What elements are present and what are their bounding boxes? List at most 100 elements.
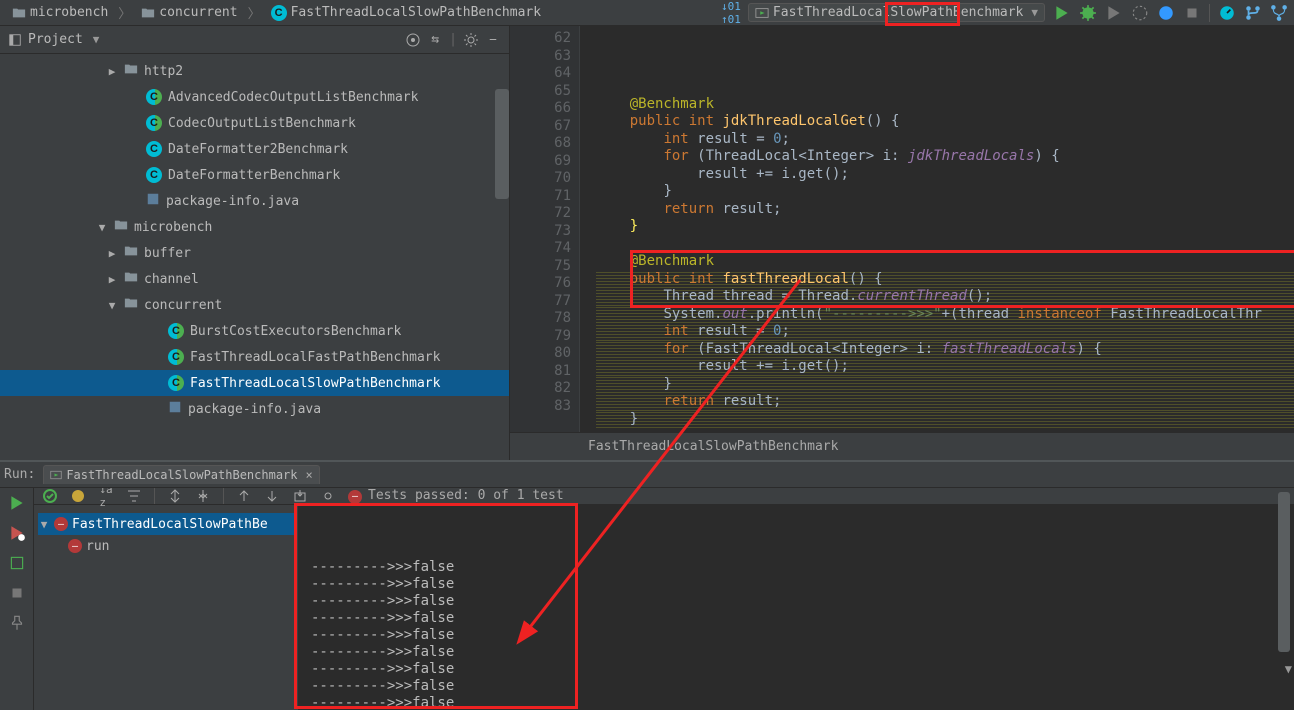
code-line: return result; [596, 393, 1294, 411]
target-icon[interactable] [405, 32, 421, 48]
run-button[interactable] [1053, 4, 1071, 22]
line-number: 80 [510, 345, 571, 363]
arrow-icon: ▶ [106, 247, 118, 260]
code-line: return result; [596, 201, 1294, 219]
tree-item-label: microbench [134, 220, 212, 235]
expand-all-button[interactable] [167, 488, 183, 504]
breadcrumb-label: concurrent [159, 5, 237, 20]
git-branch-icon[interactable] [1244, 4, 1262, 22]
tree-row[interactable]: ▶CCodecOutputListBenchmark [0, 110, 509, 136]
editor-breadcrumb-label: FastThreadLocalSlowPathBenchmark [588, 439, 838, 454]
settings-icon[interactable] [320, 488, 336, 504]
breadcrumb-concurrent[interactable]: concurrent [135, 3, 243, 22]
scrollbar[interactable] [1278, 492, 1290, 652]
run-content: ▼ — FastThreadLocalSlowPathBe — run ----… [34, 505, 1294, 710]
update-icon[interactable]: ↓01↑01 [722, 4, 740, 22]
sort-button[interactable]: ↓az [98, 488, 114, 504]
tree-row[interactable]: ▶CDateFormatterBenchmark [0, 162, 509, 188]
collapse-pane-icon[interactable]: ⎯ [485, 32, 501, 48]
expand-all-icon[interactable]: ⇆ [427, 32, 443, 48]
run-result-toolbar: ↓az —Tests passed: 0 of 1 test [34, 488, 1294, 505]
stop-run-button[interactable] [8, 584, 26, 602]
rerun-failed-button[interactable] [8, 524, 26, 542]
debug-button[interactable] [1079, 4, 1097, 22]
tree-row[interactable]: ▶CFastThreadLocalFastPathBenchmark [0, 344, 509, 370]
run-coverage-button[interactable] [1105, 4, 1123, 22]
show-ignored-button[interactable] [70, 488, 86, 504]
scroll-down-icon[interactable]: ▼ [1285, 662, 1292, 676]
run-config-selector[interactable]: FastThreadLocalSlowPathBenchmark ▼ [748, 3, 1045, 22]
tree-row[interactable]: ▶channel [0, 266, 509, 292]
line-number: 81 [510, 363, 571, 381]
run-target-icon [50, 469, 62, 481]
class-icon: C [146, 89, 162, 105]
class-icon: C [168, 323, 184, 339]
code-line: public int jdkThreadLocalGet() { [596, 113, 1294, 131]
pin-button[interactable] [8, 614, 26, 632]
prev-button[interactable] [236, 488, 252, 504]
tree-row[interactable]: ▶package-info.java [0, 188, 509, 214]
project-tree[interactable]: ▶http2▶CAdvancedCodecOutputListBenchmark… [0, 54, 509, 460]
class-icon: C [146, 167, 162, 183]
tree-row[interactable]: ▶CFastThreadLocalSlowPathBenchmark [0, 370, 509, 396]
tree-row[interactable]: ▶CBurstCostExecutorsBenchmark [0, 318, 509, 344]
breadcrumb-class[interactable]: C FastThreadLocalSlowPathBenchmark [265, 3, 547, 23]
collapse-all-button[interactable] [195, 488, 211, 504]
code-line: System.out.println("--------->>>"+(threa… [596, 306, 1294, 324]
stop-button[interactable] [1183, 4, 1201, 22]
console-line: --------->>>false [311, 627, 1282, 644]
fail-icon: — [68, 539, 82, 553]
tree-row[interactable]: ▶package-info.java [0, 396, 509, 422]
console-line: --------->>>false [311, 610, 1282, 627]
rerun-button[interactable] [8, 494, 26, 512]
gauge-icon[interactable] [1218, 4, 1236, 22]
attach-button[interactable] [1157, 4, 1175, 22]
line-number: 82 [510, 380, 571, 398]
toggle-auto-test-button[interactable] [8, 554, 26, 572]
profile-button[interactable] [1131, 4, 1149, 22]
tree-row[interactable]: ▶http2 [0, 58, 509, 84]
tree-item-label: channel [144, 272, 199, 287]
tree-row[interactable]: ▼concurrent [0, 292, 509, 318]
arrow-icon: ▶ [106, 65, 118, 78]
line-number: 71 [510, 188, 571, 206]
editor: 6263646566676869707172737475767778798081… [510, 26, 1294, 460]
scrollbar[interactable] [495, 89, 509, 199]
tree-item-label: package-info.java [166, 194, 299, 209]
class-icon: C [271, 5, 287, 21]
tree-row[interactable]: ▼ microbench [0, 214, 509, 240]
line-number: 72 [510, 205, 571, 223]
tree-row[interactable]: ▶buffer [0, 240, 509, 266]
next-button[interactable] [264, 488, 280, 504]
git-merge-icon[interactable] [1270, 4, 1288, 22]
arrow-icon: ▼ [96, 221, 108, 234]
run-main: ↓az —Tests passed: 0 of 1 test ▼ [34, 488, 1294, 710]
code-line: for (FastThreadLocal<Integer> i: fastThr… [596, 341, 1294, 359]
console-output[interactable]: --------->>>false--------->>>false------… [299, 505, 1294, 710]
close-icon[interactable]: × [306, 468, 313, 482]
run-tab[interactable]: FastThreadLocalSlowPathBenchmark × [43, 465, 319, 484]
console-line: --------->>>false [311, 695, 1282, 710]
class-icon: C [146, 141, 162, 157]
tree-row[interactable]: ▶CDateFormatter2Benchmark [0, 136, 509, 162]
editor-breadcrumb[interactable]: FastThreadLocalSlowPathBenchmark [510, 432, 1294, 460]
class-icon: C [168, 349, 184, 365]
test-tree[interactable]: ▼ — FastThreadLocalSlowPathBe — run [34, 505, 299, 710]
show-passed-button[interactable] [42, 488, 58, 504]
tree-row[interactable]: ▶CAdvancedCodecOutputListBenchmark [0, 84, 509, 110]
console-line: --------->>>false [311, 678, 1282, 695]
code-line: result += i.get(); [596, 166, 1294, 184]
test-tree-root[interactable]: ▼ — FastThreadLocalSlowPathBe [38, 513, 294, 535]
breadcrumb-microbench[interactable]: microbench [6, 3, 114, 22]
editor-body[interactable]: 6263646566676869707172737475767778798081… [510, 26, 1294, 432]
tree-item-label: DateFormatterBenchmark [168, 168, 340, 183]
line-number: 78 [510, 310, 571, 328]
dropdown-caret-icon[interactable]: ▼ [93, 33, 100, 46]
code-area[interactable]: @Benchmark public int jdkThreadLocalGet(… [580, 26, 1294, 432]
run-tab-label: FastThreadLocalSlowPathBenchmark [66, 468, 297, 482]
export-button[interactable] [292, 488, 308, 504]
filter-button[interactable] [126, 488, 142, 504]
settings-icon[interactable] [463, 32, 479, 48]
line-number: 64 [510, 65, 571, 83]
test-tree-item[interactable]: — run [38, 535, 294, 557]
